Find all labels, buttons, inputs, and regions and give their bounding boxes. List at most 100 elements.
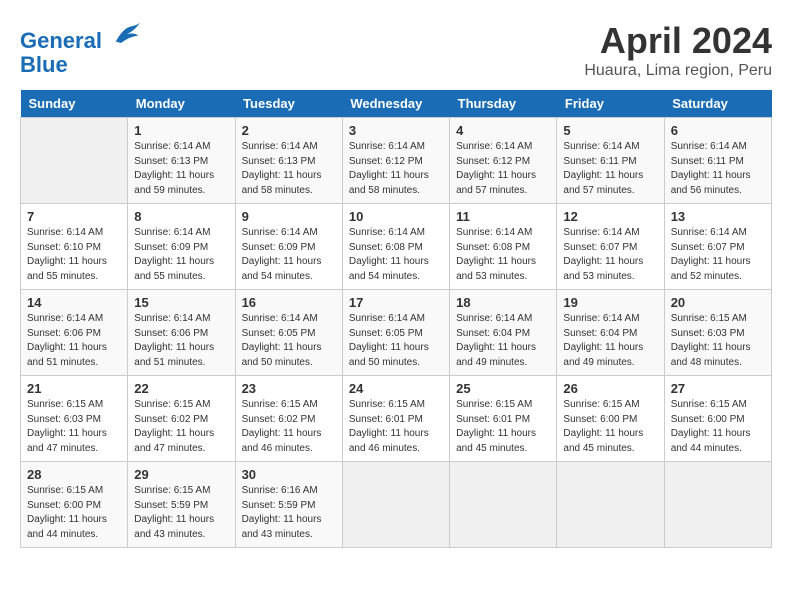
calendar-cell: 11 Sunrise: 6:14 AM Sunset: 6:08 PM Dayli… xyxy=(450,204,557,290)
day-number: 11 xyxy=(456,209,550,224)
day-info: Sunrise: 6:14 AM Sunset: 6:11 PM Dayligh… xyxy=(671,140,765,198)
calendar-cell: 17 Sunrise: 6:14 AM Sunset: 6:05 PM Dayli… xyxy=(342,290,449,376)
weekday-row: SundayMondayTuesdayWednesdayThursdayFrid… xyxy=(21,90,772,118)
calendar-cell: 8Sunrise: 6:14 AM Sunset: 6:09 PM Daylig… xyxy=(128,204,235,290)
day-info: Sunrise: 6:14 AM Sunset: 6:05 PM Dayligh… xyxy=(349,312,443,370)
logo-text: General xyxy=(20,20,142,53)
day-info: Sunrise: 6:14 AM Sunset: 6:04 PM Dayligh… xyxy=(456,312,550,370)
calendar-cell: 5 Sunrise: 6:14 AM Sunset: 6:11 PM Daylig… xyxy=(557,118,664,204)
calendar-cell xyxy=(21,118,128,204)
day-info: Sunrise: 6:14 AM Sunset: 6:13 PM Dayligh… xyxy=(134,140,228,198)
day-info: Sunrise: 6:14 AM Sunset: 6:06 PM Dayligh… xyxy=(27,312,121,370)
day-info: Sunrise: 6:15 AM Sunset: 6:00 PM Dayligh… xyxy=(27,484,121,542)
day-number: 25 xyxy=(456,381,550,396)
day-number: 5 xyxy=(563,123,657,138)
day-number: 13 xyxy=(671,209,765,224)
day-info: Sunrise: 6:14 AM Sunset: 6:11 PM Dayligh… xyxy=(563,140,657,198)
weekday-header-monday: Monday xyxy=(128,90,235,118)
weekday-header-saturday: Saturday xyxy=(664,90,771,118)
title-block: April 2024 Huaura, Lima region, Peru xyxy=(584,20,772,80)
day-info: Sunrise: 6:15 AM Sunset: 6:03 PM Dayligh… xyxy=(27,398,121,456)
day-info: Sunrise: 6:14 AM Sunset: 6:08 PM Dayligh… xyxy=(456,226,550,284)
day-info: Sunrise: 6:14 AM Sunset: 6:10 PM Dayligh… xyxy=(27,226,121,284)
calendar-body: 1 Sunrise: 6:14 AM Sunset: 6:13 PM Daylig… xyxy=(21,118,772,548)
day-number: 16 xyxy=(242,295,336,310)
day-number: 20 xyxy=(671,295,765,310)
calendar-cell: 4Sunrise: 6:14 AM Sunset: 6:12 PM Daylig… xyxy=(450,118,557,204)
day-info: Sunrise: 6:14 AM Sunset: 6:05 PM Dayligh… xyxy=(242,312,336,370)
day-info: Sunrise: 6:15 AM Sunset: 6:01 PM Dayligh… xyxy=(456,398,550,456)
calendar-cell: 15 Sunrise: 6:14 AM Sunset: 6:06 PM Dayli… xyxy=(128,290,235,376)
calendar-cell: 25 Sunrise: 6:15 AM Sunset: 6:01 PM Dayli… xyxy=(450,376,557,462)
day-info: Sunrise: 6:15 AM Sunset: 6:00 PM Dayligh… xyxy=(563,398,657,456)
day-number: 1 xyxy=(134,123,228,138)
calendar-week-3: 14 Sunrise: 6:14 AM Sunset: 6:06 PM Dayli… xyxy=(21,290,772,376)
day-number: 30 xyxy=(242,467,336,482)
day-info: Sunrise: 6:14 AM Sunset: 6:12 PM Dayligh… xyxy=(456,140,550,198)
logo-general: General xyxy=(20,28,102,53)
day-number: 3 xyxy=(349,123,443,138)
page-header: General Blue April 2024 Huaura, Lima reg… xyxy=(20,20,772,80)
day-number: 18 xyxy=(456,295,550,310)
day-number: 9 xyxy=(242,209,336,224)
calendar-cell: 1 Sunrise: 6:14 AM Sunset: 6:13 PM Daylig… xyxy=(128,118,235,204)
day-info: Sunrise: 6:14 AM Sunset: 6:06 PM Dayligh… xyxy=(134,312,228,370)
day-info: Sunrise: 6:14 AM Sunset: 6:09 PM Dayligh… xyxy=(134,226,228,284)
day-info: Sunrise: 6:15 AM Sunset: 6:02 PM Dayligh… xyxy=(134,398,228,456)
day-number: 6 xyxy=(671,123,765,138)
day-number: 24 xyxy=(349,381,443,396)
calendar-cell: 3Sunrise: 6:14 AM Sunset: 6:12 PM Daylig… xyxy=(342,118,449,204)
day-info: Sunrise: 6:15 AM Sunset: 6:02 PM Dayligh… xyxy=(242,398,336,456)
location-subtitle: Huaura, Lima region, Peru xyxy=(584,62,772,80)
calendar-cell: 14 Sunrise: 6:14 AM Sunset: 6:06 PM Dayli… xyxy=(21,290,128,376)
day-number: 2 xyxy=(242,123,336,138)
calendar-cell: 30 Sunrise: 6:16 AM Sunset: 5:59 PM Dayli… xyxy=(235,462,342,548)
day-number: 22 xyxy=(134,381,228,396)
calendar-cell: 24 Sunrise: 6:15 AM Sunset: 6:01 PM Dayli… xyxy=(342,376,449,462)
day-info: Sunrise: 6:15 AM Sunset: 6:01 PM Dayligh… xyxy=(349,398,443,456)
day-info: Sunrise: 6:14 AM Sunset: 6:07 PM Dayligh… xyxy=(671,226,765,284)
calendar-cell: 6 Sunrise: 6:14 AM Sunset: 6:11 PM Daylig… xyxy=(664,118,771,204)
day-number: 17 xyxy=(349,295,443,310)
calendar-week-1: 1 Sunrise: 6:14 AM Sunset: 6:13 PM Daylig… xyxy=(21,118,772,204)
calendar-cell: 16 Sunrise: 6:14 AM Sunset: 6:05 PM Dayli… xyxy=(235,290,342,376)
weekday-header-sunday: Sunday xyxy=(21,90,128,118)
calendar-cell: 2Sunrise: 6:14 AM Sunset: 6:13 PM Daylig… xyxy=(235,118,342,204)
day-info: Sunrise: 6:15 AM Sunset: 6:03 PM Dayligh… xyxy=(671,312,765,370)
calendar-cell: 26 Sunrise: 6:15 AM Sunset: 6:00 PM Dayli… xyxy=(557,376,664,462)
calendar-cell: 21 Sunrise: 6:15 AM Sunset: 6:03 PM Dayli… xyxy=(21,376,128,462)
day-number: 27 xyxy=(671,381,765,396)
logo-blue: Blue xyxy=(20,53,142,77)
day-number: 26 xyxy=(563,381,657,396)
day-info: Sunrise: 6:14 AM Sunset: 6:09 PM Dayligh… xyxy=(242,226,336,284)
day-number: 21 xyxy=(27,381,121,396)
day-info: Sunrise: 6:14 AM Sunset: 6:08 PM Dayligh… xyxy=(349,226,443,284)
day-info: Sunrise: 6:16 AM Sunset: 5:59 PM Dayligh… xyxy=(242,484,336,542)
logo: General Blue xyxy=(20,20,142,77)
weekday-header-wednesday: Wednesday xyxy=(342,90,449,118)
day-number: 28 xyxy=(27,467,121,482)
day-number: 19 xyxy=(563,295,657,310)
day-info: Sunrise: 6:14 AM Sunset: 6:04 PM Dayligh… xyxy=(563,312,657,370)
day-info: Sunrise: 6:15 AM Sunset: 5:59 PM Dayligh… xyxy=(134,484,228,542)
calendar-week-4: 21 Sunrise: 6:15 AM Sunset: 6:03 PM Dayli… xyxy=(21,376,772,462)
calendar-cell xyxy=(557,462,664,548)
calendar-week-5: 28 Sunrise: 6:15 AM Sunset: 6:00 PM Dayli… xyxy=(21,462,772,548)
day-number: 10 xyxy=(349,209,443,224)
calendar-cell: 23Sunrise: 6:15 AM Sunset: 6:02 PM Dayli… xyxy=(235,376,342,462)
logo-bird-icon xyxy=(112,20,142,48)
calendar-cell: 19 Sunrise: 6:14 AM Sunset: 6:04 PM Dayli… xyxy=(557,290,664,376)
calendar-cell xyxy=(450,462,557,548)
calendar-header: SundayMondayTuesdayWednesdayThursdayFrid… xyxy=(21,90,772,118)
calendar-cell: 28 Sunrise: 6:15 AM Sunset: 6:00 PM Dayli… xyxy=(21,462,128,548)
calendar-table: SundayMondayTuesdayWednesdayThursdayFrid… xyxy=(20,90,772,548)
calendar-cell: 7 Sunrise: 6:14 AM Sunset: 6:10 PM Daylig… xyxy=(21,204,128,290)
day-number: 14 xyxy=(27,295,121,310)
day-number: 15 xyxy=(134,295,228,310)
day-number: 29 xyxy=(134,467,228,482)
calendar-cell: 13 Sunrise: 6:14 AM Sunset: 6:07 PM Dayli… xyxy=(664,204,771,290)
day-number: 7 xyxy=(27,209,121,224)
weekday-header-friday: Friday xyxy=(557,90,664,118)
day-info: Sunrise: 6:15 AM Sunset: 6:00 PM Dayligh… xyxy=(671,398,765,456)
calendar-cell: 20 Sunrise: 6:15 AM Sunset: 6:03 PM Dayli… xyxy=(664,290,771,376)
